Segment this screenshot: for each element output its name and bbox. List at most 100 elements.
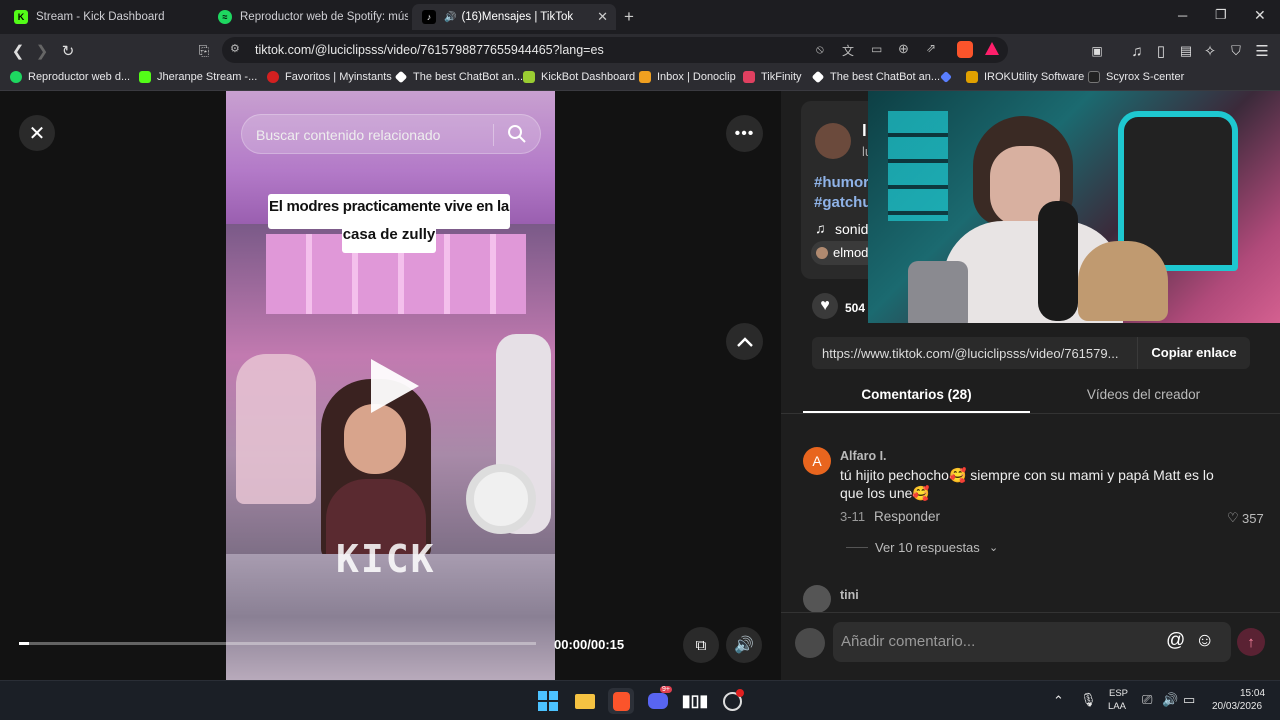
comment-username[interactable]: Alfaro I. xyxy=(840,449,887,463)
bookmark-chatbot-2[interactable]: The best ChatBot an... xyxy=(811,70,940,84)
comment-input[interactable]: Añadir comentario... @ ☺ xyxy=(833,622,1231,662)
sidebar-icon[interactable]: ▯ xyxy=(1150,40,1172,62)
bookmark-kickbot[interactable]: KickBot Dashboard xyxy=(523,71,635,83)
tab-kick-dashboard[interactable]: K Stream - Kick Dashboard xyxy=(4,4,204,30)
hashtag-link[interactable]: #humor xyxy=(814,174,869,191)
bookmark-donoclip[interactable]: Inbox | Donoclip xyxy=(639,71,736,83)
sound-name[interactable]: sonid xyxy=(835,221,868,237)
reply-button[interactable]: Responder xyxy=(874,509,940,524)
start-button[interactable] xyxy=(535,688,561,714)
related-search-input[interactable]: Buscar contenido relacionado xyxy=(241,114,541,154)
heart-outline-icon[interactable]: ♡ xyxy=(1227,510,1239,526)
microphone xyxy=(466,464,536,534)
avatar[interactable]: A xyxy=(803,447,831,475)
battery-icon[interactable]: ▭ xyxy=(1183,692,1195,708)
bookmark-irokutility[interactable]: IROKUtility Software xyxy=(966,71,1084,83)
network-icon[interactable]: ⎚ xyxy=(1142,692,1152,708)
speaker-icon[interactable]: 🔊 xyxy=(444,12,456,23)
previous-video-button[interactable] xyxy=(726,323,763,360)
wallet-icon[interactable]: ▤ xyxy=(1175,40,1197,62)
file-explorer-button[interactable] xyxy=(572,688,598,714)
play-icon[interactable] xyxy=(371,359,419,413)
webcam-cat-plush xyxy=(1078,241,1168,321)
bookmark-unnamed[interactable] xyxy=(940,71,958,83)
forward-icon[interactable]: ❯ xyxy=(31,40,53,62)
chevron-down-icon[interactable]: ⌄ xyxy=(989,541,998,554)
reload-icon[interactable]: ↻ xyxy=(57,40,79,62)
volume-button[interactable]: 🔊 xyxy=(726,627,762,663)
copy-link-button[interactable]: Copiar enlace xyxy=(1137,337,1250,369)
minimize-icon[interactable]: ─ xyxy=(1178,8,1187,23)
emoji-icon[interactable]: ☺ xyxy=(1195,630,1214,652)
discord-icon xyxy=(648,693,668,709)
leo-icon[interactable]: ▣ xyxy=(1086,40,1108,62)
mention-icon[interactable]: @ xyxy=(1166,630,1185,652)
bookmark-spotify[interactable]: Reproductor web d... xyxy=(10,71,130,83)
tab-spotify[interactable]: ≈ Reproductor web de Spotify: música pa xyxy=(208,4,408,30)
media-icon[interactable]: ♫ xyxy=(1126,40,1148,62)
tab-comments[interactable]: Comentarios (28) xyxy=(803,387,1030,402)
vpn-icon[interactable]: ⛉ xyxy=(1225,40,1247,62)
cast-icon[interactable]: ▭ xyxy=(871,42,882,56)
maximize-icon[interactable]: ❐ xyxy=(1215,7,1227,23)
clock-time[interactable]: 15:04 xyxy=(1240,688,1265,699)
post-comment-button[interactable]: ↑ xyxy=(1237,628,1265,656)
sparkle-icon xyxy=(940,71,952,83)
webcam-mic xyxy=(1038,201,1078,321)
bookmark-scyrox[interactable]: Scyrox S-center xyxy=(1088,71,1184,83)
hashtag-link[interactable]: #gatchu xyxy=(814,194,872,211)
mention-text: elmod xyxy=(833,245,869,260)
folder-icon xyxy=(575,693,595,709)
volume-icon[interactable]: 🔊 xyxy=(1162,692,1178,708)
chevron-up-icon[interactable]: ⌃ xyxy=(1053,693,1064,709)
zoom-icon[interactable]: ⊕ xyxy=(898,41,909,57)
windows-icon xyxy=(538,691,558,711)
close-tab-icon[interactable]: ✕ xyxy=(597,9,608,25)
tabs-divider xyxy=(781,413,1280,414)
creator-name[interactable]: l xyxy=(862,121,867,141)
brave-rewards-icon[interactable] xyxy=(985,42,999,55)
more-options-button[interactable]: ••• xyxy=(726,115,763,152)
new-tab-button[interactable]: + xyxy=(624,7,634,27)
menu-icon[interactable]: ☰ xyxy=(1251,40,1273,62)
video-player[interactable]: Buscar contenido relacionado El modres p… xyxy=(226,91,555,680)
like-button[interactable]: ♥ xyxy=(812,293,838,319)
tab-tiktok[interactable]: ♪ 🔊 (16)Mensajes | TikTok ✕ xyxy=(412,4,616,30)
view-replies-button[interactable]: Ver 10 respuestas xyxy=(875,540,980,555)
ai-icon[interactable]: ✧ xyxy=(1199,40,1221,62)
language-bottom[interactable]: LAA xyxy=(1108,701,1126,712)
avatar[interactable] xyxy=(815,123,851,159)
url-field[interactable]: ⚙ tiktok.com/@luciclipsss/video/76157988… xyxy=(222,37,1008,63)
pip-button[interactable]: ⧉ xyxy=(683,627,719,663)
translate-icon[interactable]: 文 xyxy=(842,42,854,59)
progress-track[interactable] xyxy=(19,642,536,645)
clock-date[interactable]: 20/03/2026 xyxy=(1212,701,1262,712)
tab-creator-videos[interactable]: Vídeos del creador xyxy=(1030,387,1257,402)
close-window-icon[interactable]: ✕ xyxy=(1254,7,1266,24)
music-note-icon: ♫ xyxy=(815,220,826,236)
brave-taskbar-button[interactable] xyxy=(608,688,634,714)
bookmark-myinstants[interactable]: Favoritos | Myinstants xyxy=(267,71,392,83)
bookmark-icon[interactable]: ⎘ xyxy=(193,40,215,62)
obs-taskbar-button[interactable] xyxy=(719,688,745,714)
bookmark-tikfinity[interactable]: TikFinity xyxy=(743,71,802,83)
microphone-icon[interactable]: 🎙 xyxy=(1080,692,1097,708)
search-placeholder: Buscar contenido relacionado xyxy=(256,127,441,143)
audio-app-button[interactable]: ▮▯▮ xyxy=(682,688,708,714)
bookmark-kick[interactable]: Jheranpe Stream -... xyxy=(139,71,257,83)
scyrox-icon xyxy=(1088,71,1100,83)
comment-username[interactable]: tini xyxy=(840,588,859,602)
ellipsis-icon: ••• xyxy=(734,124,755,142)
avatar[interactable] xyxy=(803,585,831,613)
spotify-icon: ≈ xyxy=(218,10,232,24)
share-icon[interactable]: ⇗ xyxy=(926,41,936,55)
bookmark-chatbot[interactable]: The best ChatBot an... xyxy=(394,70,523,84)
site-info-icon[interactable]: ⚙ xyxy=(230,42,240,55)
no-tracking-icon[interactable]: ⦸ xyxy=(816,42,824,57)
close-video-button[interactable]: ✕ xyxy=(19,115,55,151)
discord-taskbar-button[interactable]: 9+ xyxy=(645,686,672,714)
back-icon[interactable]: ❮ xyxy=(7,40,29,62)
search-icon[interactable] xyxy=(507,124,527,147)
brave-shields-icon[interactable] xyxy=(957,41,973,58)
language-top[interactable]: ESP xyxy=(1109,688,1128,699)
